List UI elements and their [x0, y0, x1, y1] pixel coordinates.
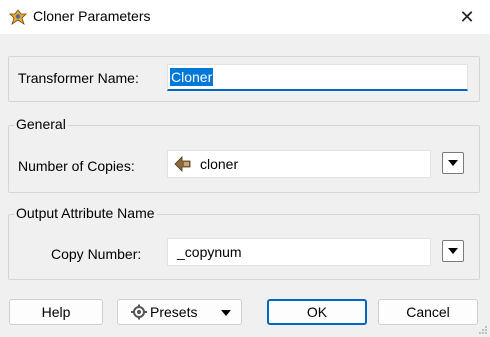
number-of-copies-value: cloner — [200, 156, 239, 172]
gear-icon — [131, 304, 147, 320]
presets-button[interactable]: Presets — [117, 299, 242, 325]
transformer-name-input[interactable]: Cloner — [167, 64, 468, 91]
ok-button[interactable]: OK — [267, 299, 367, 325]
title-bar: Cloner Parameters ✕ — [0, 0, 490, 34]
presets-label: Presets — [150, 304, 198, 320]
copy-number-value: _copynum — [177, 244, 242, 260]
number-of-copies-input[interactable]: cloner — [167, 150, 431, 178]
copy-number-dropdown-button[interactable] — [442, 240, 464, 262]
number-of-copies-dropdown-button[interactable] — [442, 152, 464, 174]
transformer-name-label: Transformer Name: — [18, 70, 139, 86]
copy-number-input[interactable]: _copynum — [167, 238, 431, 266]
help-button[interactable]: Help — [9, 299, 103, 325]
general-group: Number of Copies: cloner — [8, 125, 480, 193]
transformer-name-group: Transformer Name: Cloner — [8, 56, 480, 102]
cloner-parameters-dialog: Cloner Parameters ✕ Transformer Name: Cl… — [0, 0, 490, 337]
number-of-copies-label: Number of Copies: — [18, 158, 135, 174]
window-title: Cloner Parameters — [33, 8, 151, 24]
transformer-icon — [9, 9, 27, 25]
output-attribute-group-title: Output Attribute Name — [14, 205, 157, 221]
general-group-title: General — [14, 116, 68, 132]
close-button[interactable]: ✕ — [452, 4, 482, 30]
transformer-name-value: Cloner — [170, 68, 214, 86]
presets-dropdown-caret-icon — [221, 310, 231, 316]
output-attribute-group: Copy Number: _copynum — [8, 214, 480, 280]
cancel-button[interactable]: Cancel — [378, 299, 478, 325]
attribute-value-icon — [174, 156, 191, 172]
resize-grip-icon[interactable] — [478, 325, 488, 335]
copy-number-label: Copy Number: — [51, 246, 142, 262]
